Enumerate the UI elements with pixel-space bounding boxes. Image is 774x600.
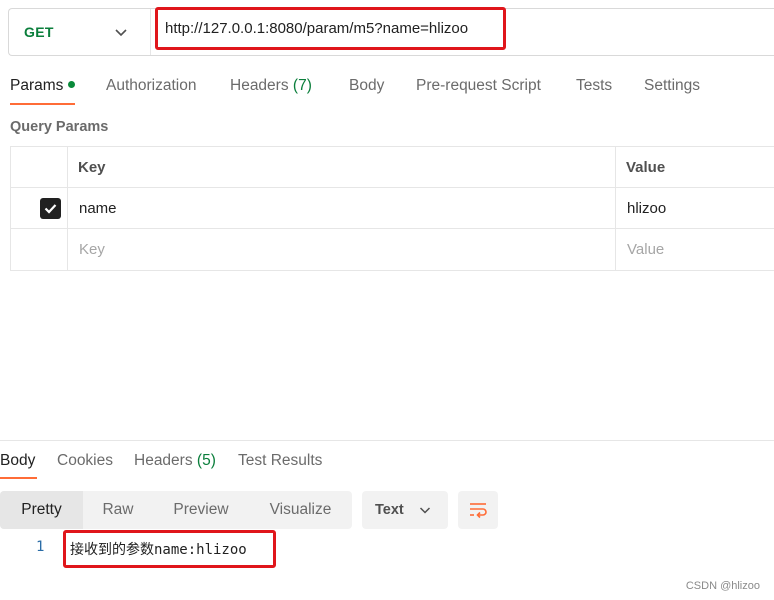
response-tab-test-results[interactable]: Test Results — [238, 452, 322, 470]
tab-label: Settings — [644, 77, 701, 94]
tab-count: (7) — [292, 77, 312, 94]
response-divider — [0, 440, 774, 441]
tab-label: Headers — [230, 77, 289, 94]
active-response-tab-underline — [0, 477, 37, 479]
tab-label: Headers — [134, 452, 193, 469]
tab-settings[interactable]: Settings — [644, 77, 700, 95]
tab-label: Tests — [576, 77, 613, 94]
table-row-new: Key Value — [11, 229, 774, 270]
query-params-table: Key Value name hlizoo Key Value — [10, 146, 774, 271]
tab-label: Body — [349, 77, 385, 94]
tab-authorization[interactable]: Authorization — [106, 77, 196, 95]
param-enabled-checkbox[interactable] — [40, 198, 61, 219]
column-header-key: Key — [78, 159, 106, 176]
request-tabs: Params Authorization Headers (7) Body Pr… — [0, 68, 774, 106]
tab-label: Test Results — [238, 452, 323, 469]
tab-label: Cookies — [57, 452, 113, 469]
response-tab-body[interactable]: Body — [0, 452, 35, 470]
section-title-query-params: Query Params — [10, 119, 109, 135]
new-param-key-input[interactable]: Key — [79, 241, 105, 258]
view-mode-group: Pretty Raw Preview Visualize — [0, 491, 352, 529]
view-pretty-button[interactable]: Pretty — [0, 491, 83, 529]
active-tab-underline — [10, 103, 75, 105]
watermark: CSDN @hlizoo — [685, 580, 760, 592]
method-label: GET — [24, 24, 54, 40]
format-selected-value: Text — [375, 502, 404, 518]
params-active-dot — [68, 81, 76, 88]
tab-label: Authorization — [106, 77, 197, 94]
chevron-down-icon — [115, 29, 127, 37]
tab-tests[interactable]: Tests — [576, 77, 612, 95]
tab-label: Pre-request Script — [416, 77, 541, 94]
response-body-text: 接收到的参数name:hlizoo — [70, 542, 247, 558]
view-visualize-button[interactable]: Visualize — [249, 491, 352, 529]
table-row: name hlizoo — [11, 188, 774, 229]
check-icon — [44, 204, 57, 214]
chevron-down-icon — [419, 507, 431, 514]
wrap-lines-button[interactable] — [458, 491, 498, 529]
format-select[interactable]: Text — [362, 491, 448, 529]
tab-pre-request-script[interactable]: Pre-request Script — [416, 77, 541, 95]
view-raw-button[interactable]: Raw — [83, 491, 153, 529]
response-tab-cookies[interactable]: Cookies — [57, 452, 113, 470]
tab-label: Body — [0, 452, 36, 469]
tab-params[interactable]: Params — [10, 77, 76, 95]
url-input[interactable] — [165, 20, 495, 37]
tab-count: (5) — [196, 452, 216, 469]
tab-label: Params — [10, 77, 64, 94]
param-value-cell[interactable]: hlizoo — [627, 200, 666, 217]
param-key-cell[interactable]: name — [79, 200, 117, 217]
column-header-value: Value — [626, 159, 666, 176]
wrap-lines-icon — [470, 503, 487, 519]
response-tab-headers[interactable]: Headers (5) — [134, 452, 216, 470]
method-selector[interactable]: GET — [9, 9, 151, 55]
table-header-row: Key Value — [11, 147, 774, 188]
line-number: 1 — [36, 539, 45, 555]
tab-body[interactable]: Body — [349, 77, 384, 95]
new-param-value-input[interactable]: Value — [627, 241, 664, 258]
tab-headers[interactable]: Headers (7) — [230, 77, 312, 95]
view-preview-button[interactable]: Preview — [153, 491, 249, 529]
